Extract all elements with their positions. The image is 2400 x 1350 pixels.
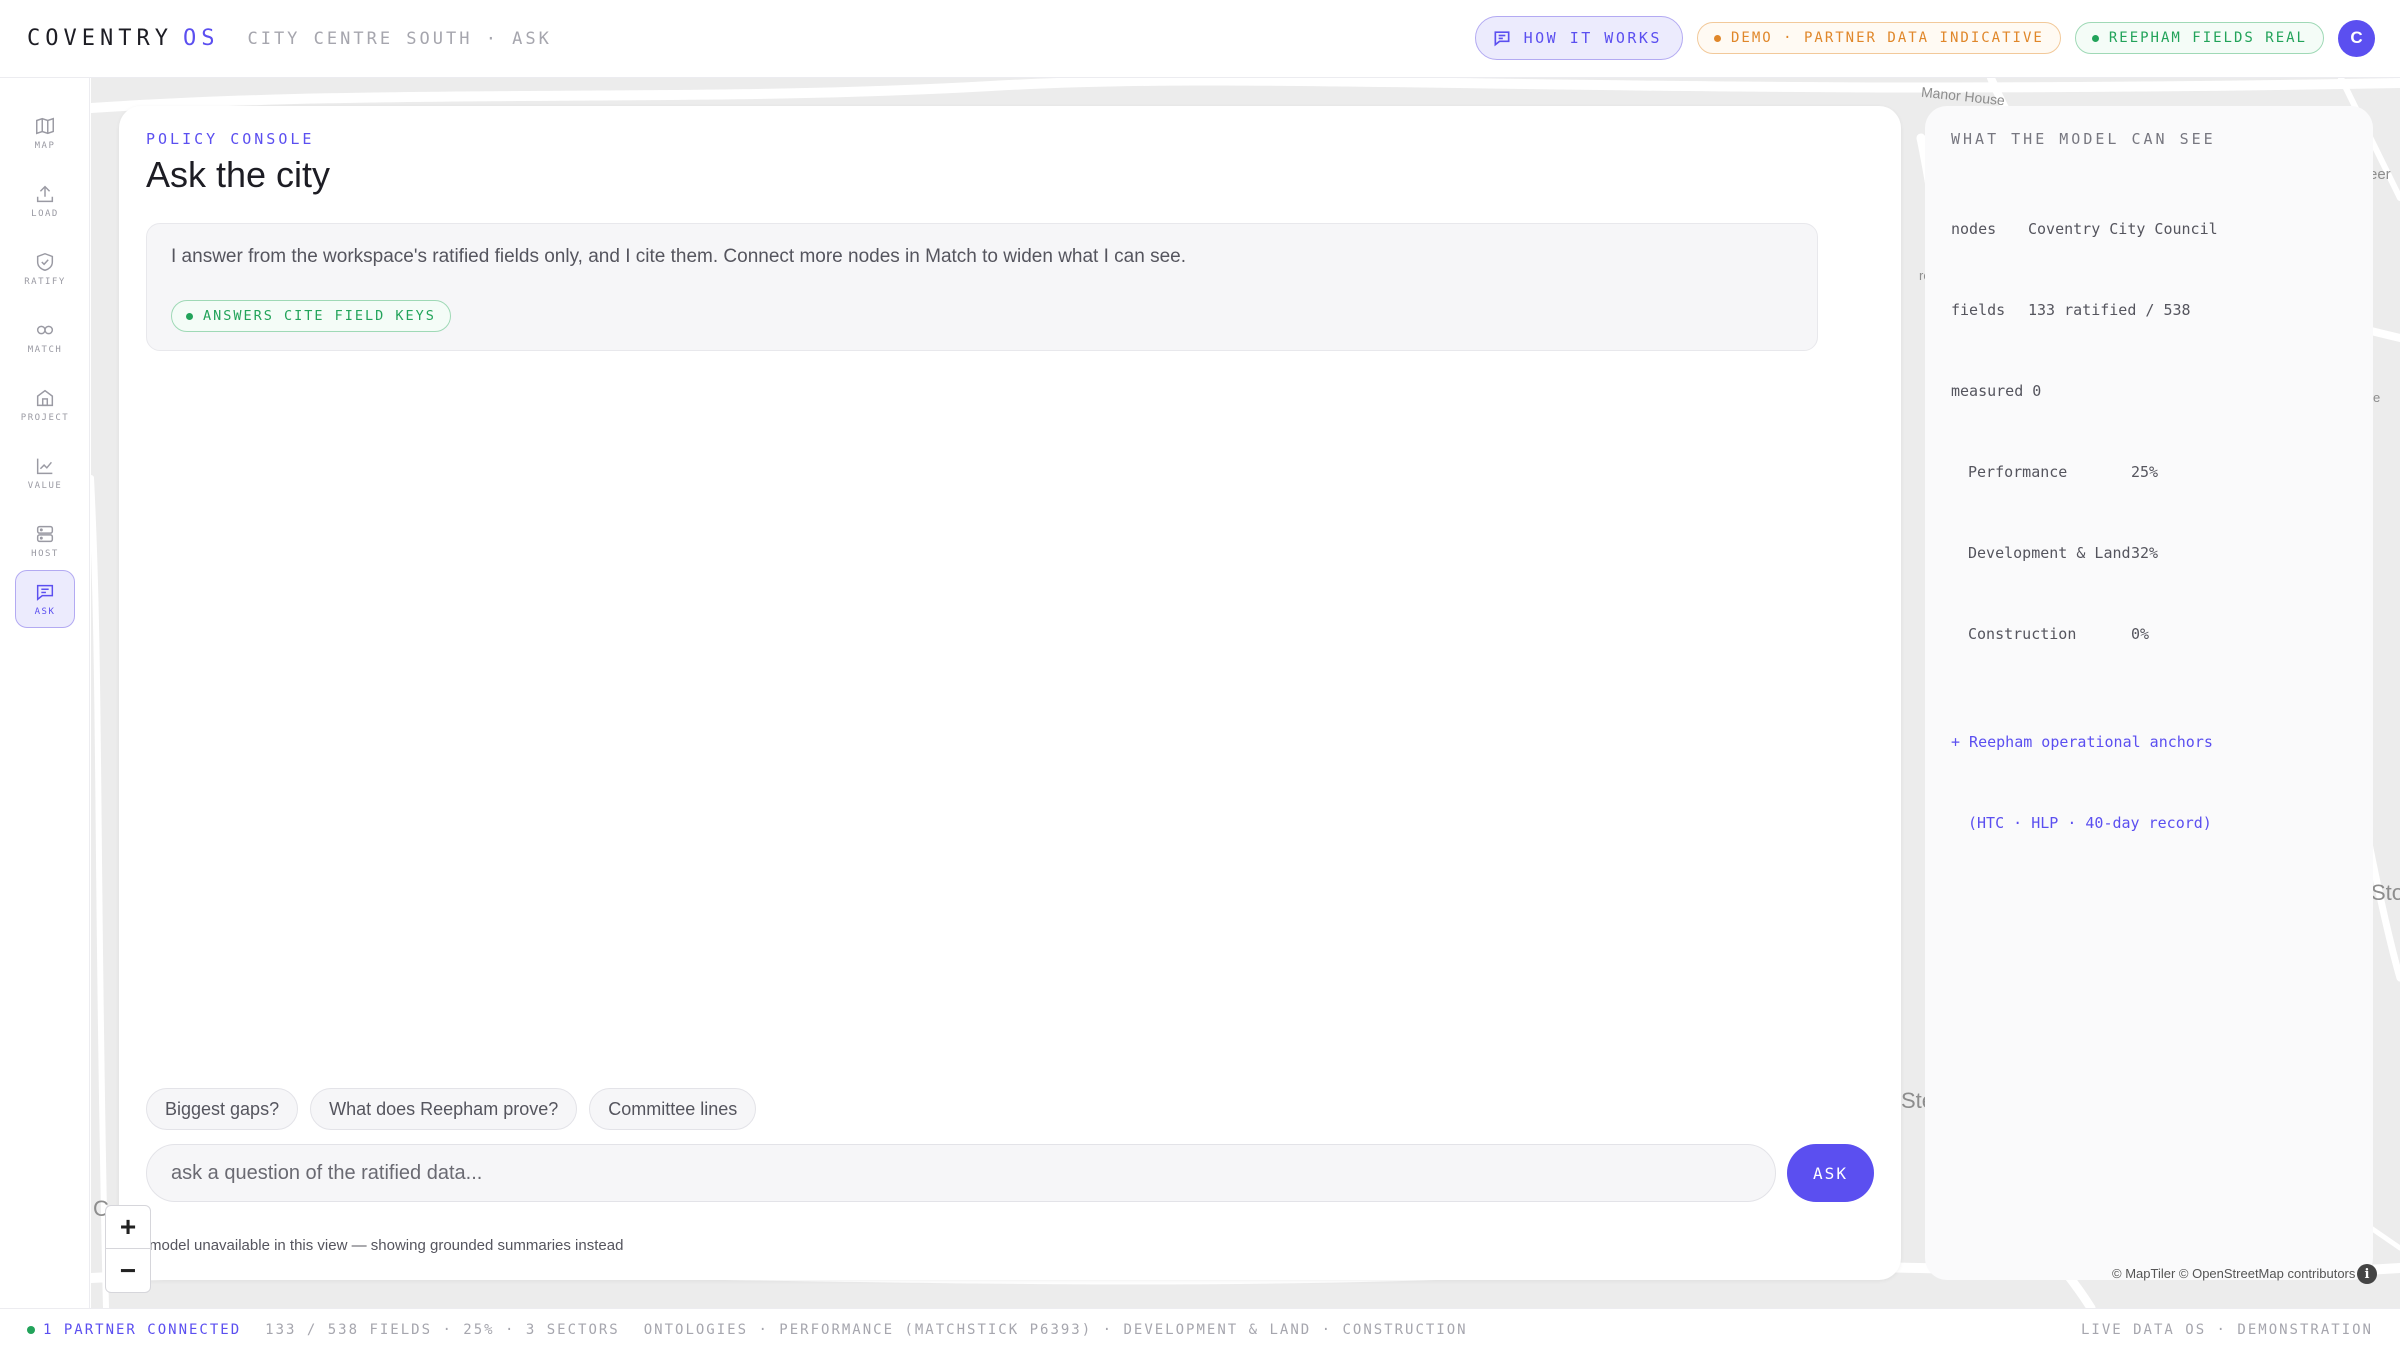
brand-accent: OS: [182, 26, 220, 51]
model-panel-body: nodes Coventry City Council fields 133 rat…: [1951, 162, 2218, 891]
sidebar-item-match[interactable]: MATCH: [15, 308, 75, 366]
brand-logo[interactable]: COVENTRY OS: [27, 26, 219, 51]
partner-count: 1 PARTNER CONNECTED: [43, 1322, 242, 1338]
link-icon: [36, 325, 54, 335]
map-label-e: e: [2373, 390, 2381, 405]
line-chart-icon: [36, 458, 53, 475]
fields-row: fields 133 ratified / 538: [1951, 297, 2218, 324]
sector-row: Performance 25%: [1951, 459, 2218, 486]
breadcrumb: CITY CENTRE SOUTH · ASK: [247, 28, 552, 49]
status-dot-icon: [186, 312, 193, 320]
nodes-value: Coventry City Council: [2028, 220, 2218, 238]
sidebar-item-load[interactable]: LOAD: [15, 172, 75, 230]
top-header: COVENTRY OS CITY CENTRE SOUTH · ASK HOW I…: [0, 0, 2400, 78]
assistant-intro-message: I answer from the workspace's ratified f…: [146, 223, 1818, 351]
suggestion-chip-reepham[interactable]: What does Reepham prove?: [310, 1088, 578, 1130]
demo-pill-label: DEMO · PARTNER DATA INDICATIVE: [1730, 30, 2044, 46]
sector-row: Development & Land 32%: [1951, 540, 2218, 567]
chat-icon: [36, 584, 54, 601]
sidebar-item-ratify[interactable]: RATIFY: [15, 240, 75, 298]
left-sidebar: MAP LOAD RATIFY MATCH PROJECT VALUE HOST…: [0, 78, 90, 1308]
upload-icon: [36, 185, 54, 203]
demo-status-pill: DEMO · PARTNER DATA INDICATIVE: [1696, 22, 2061, 54]
intro-text: I answer from the workspace's ratified f…: [171, 246, 1186, 267]
status-dot-icon: [1713, 34, 1721, 42]
sidebar-item-label: RATIFY: [24, 277, 66, 287]
zoom-in-button[interactable]: +: [106, 1206, 150, 1249]
reepham-anchors-detail: (HTC · HLP · 40-day record): [1968, 814, 2212, 832]
shield-check-icon: [36, 252, 54, 272]
status-right: LIVE DATA OS · DEMONSTRATION: [2080, 1322, 2373, 1338]
info-icon[interactable]: i: [2357, 1264, 2377, 1284]
map-zoom-controls: + −: [105, 1205, 151, 1293]
header-actions: HOW IT WORKS DEMO · PARTNER DATA INDICAT…: [1474, 16, 2375, 60]
measured-row: measured 0: [1951, 378, 2218, 405]
model-status-note: model unavailable in this view — showing…: [149, 1237, 624, 1254]
map-attribution[interactable]: © MapTiler © OpenStreetMap contributors: [2112, 1266, 2355, 1281]
sidebar-item-host[interactable]: HOST: [15, 512, 75, 570]
sidebar-item-ask[interactable]: ASK: [15, 570, 75, 628]
sidebar-item-label: VALUE: [27, 481, 63, 491]
sidebar-item-label: PROJECT: [20, 413, 70, 423]
console-eyebrow: POLICY CONSOLE: [146, 130, 315, 148]
map-icon: [36, 117, 54, 135]
sidebar-item-label: LOAD: [31, 209, 59, 219]
suggestion-chips: Biggest gaps? What does Reepham prove? C…: [146, 1088, 757, 1130]
sidebar-item-map[interactable]: MAP: [15, 104, 75, 162]
brand-name: COVENTRY: [27, 26, 173, 51]
real-status-pill: REEPHAM FIELDS REAL: [2074, 22, 2324, 54]
ask-button[interactable]: ASK: [1787, 1144, 1874, 1202]
ontologies-list: ONTOLOGIES · PERFORMANCE (MATCHSTICK P63…: [643, 1322, 1468, 1338]
map-label-stok: Stok: [2371, 880, 2400, 905]
real-pill-label: REEPHAM FIELDS REAL: [2108, 30, 2307, 46]
nodes-key: nodes: [1951, 220, 1997, 238]
sector-row: Construction 0%: [1951, 621, 2218, 648]
zoom-out-button[interactable]: −: [106, 1249, 150, 1292]
cite-pill-label: ANSWERS CITE FIELD KEYS: [203, 308, 436, 324]
sector-name: Construction: [1968, 625, 2077, 643]
connection-dot-icon: [27, 1326, 35, 1334]
how-it-works-label: HOW IT WORKS: [1523, 29, 1662, 47]
reepham-anchors-link[interactable]: + Reepham operational anchors: [1951, 729, 2218, 756]
policy-console-panel: POLICY CONSOLE Ask the city I answer fro…: [119, 106, 1901, 1280]
status-left: 1 PARTNER CONNECTED 133 / 538 FIELDS · 2…: [27, 1322, 1468, 1338]
suggestion-chip-gaps[interactable]: Biggest gaps?: [146, 1088, 299, 1130]
sector-name: Performance: [1968, 463, 2068, 481]
fields-value: 133 ratified / 538: [2028, 301, 2191, 319]
nodes-row: nodes Coventry City Council: [1951, 216, 2218, 243]
sector-value: 25%: [2131, 463, 2159, 481]
server-icon: [36, 525, 54, 543]
sector-name: Development & Land: [1968, 544, 2131, 562]
measured-value: 0: [2032, 382, 2042, 400]
how-it-works-button[interactable]: HOW IT WORKS: [1474, 16, 1683, 60]
sector-value: 0%: [2131, 625, 2150, 643]
sidebar-item-value[interactable]: VALUE: [15, 444, 75, 502]
measured-key: measured: [1951, 382, 2024, 400]
sidebar-item-label: ASK: [34, 607, 56, 617]
sidebar-item-label: MATCH: [27, 345, 63, 355]
cite-field-keys-badge: ANSWERS CITE FIELD KEYS: [171, 300, 451, 332]
sidebar-item-label: HOST: [31, 549, 59, 559]
field-summary: 133 / 538 FIELDS · 25% · 3 SECTORS: [265, 1322, 620, 1338]
status-dot-icon: [2091, 34, 2099, 42]
sidebar-item-project[interactable]: PROJECT: [15, 376, 75, 434]
model-panel-title: WHAT THE MODEL CAN SEE: [1951, 130, 2216, 148]
question-input[interactable]: [146, 1144, 1776, 1202]
suggestion-chip-committee[interactable]: Committee lines: [589, 1088, 757, 1130]
bottom-status-bar: 1 PARTNER CONNECTED 133 / 538 FIELDS · 2…: [0, 1308, 2400, 1350]
sector-value: 32%: [2131, 544, 2159, 562]
building-icon: [36, 389, 54, 407]
model-visibility-panel: WHAT THE MODEL CAN SEE nodes Coventry Cit…: [1925, 106, 2373, 1280]
user-avatar[interactable]: C: [2338, 19, 2375, 57]
page-title: Ask the city: [146, 154, 331, 195]
chat-icon: [1494, 31, 1510, 47]
fields-key: fields: [1951, 301, 2006, 319]
sidebar-item-label: MAP: [34, 141, 56, 151]
